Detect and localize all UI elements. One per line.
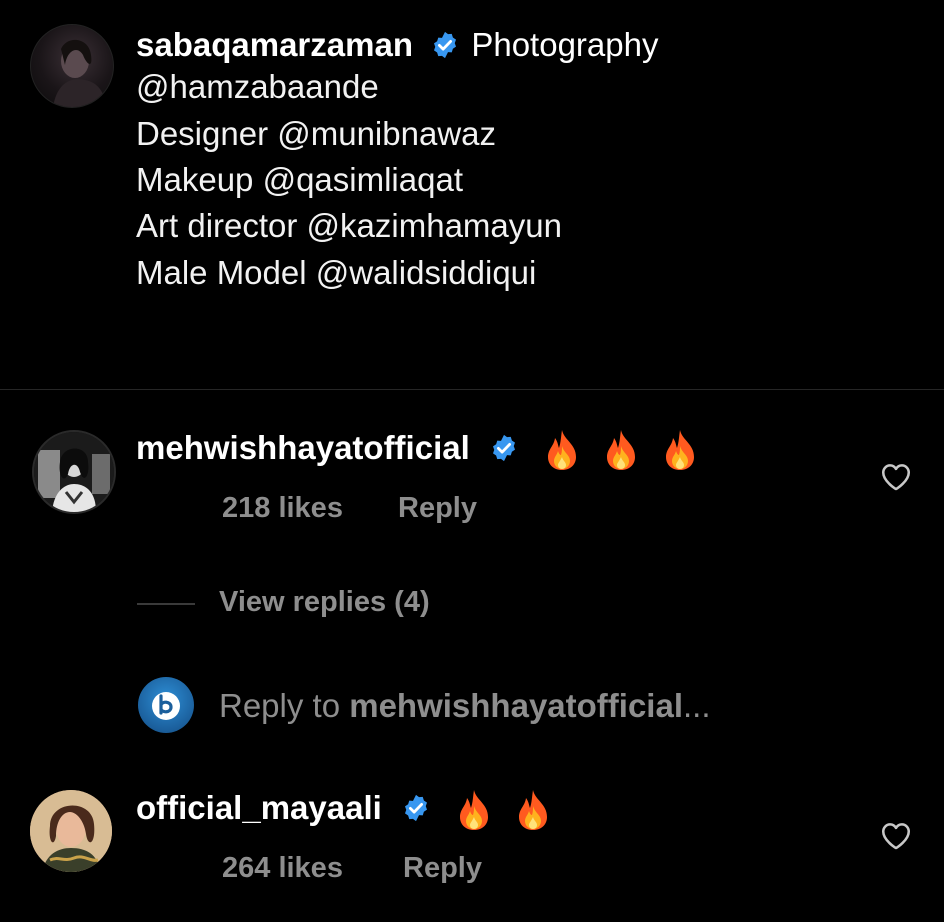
caption-line-designer: Designer @munibnawaz	[136, 115, 497, 152]
comment-header: official_mayaali	[136, 788, 553, 832]
comment-avatar-image	[30, 790, 112, 872]
view-replies-button[interactable]: View replies (4)	[219, 586, 430, 619]
caption-first-line: sabaqamarzaman Photography	[136, 25, 658, 65]
comment-like-count[interactable]: 264 likes	[222, 852, 343, 885]
reply-target-username: mehwishhayatofficial	[349, 687, 683, 724]
comment-username[interactable]: mehwishhayatofficial	[136, 429, 470, 466]
comment-avatar-official_mayaali[interactable]	[30, 790, 112, 872]
verified-badge-icon	[492, 435, 515, 462]
comment-reply-button[interactable]: Reply	[403, 852, 482, 885]
comment-avatar-image	[34, 432, 114, 512]
fire-emoji-icon	[519, 790, 548, 831]
fire-emoji-icon	[548, 430, 577, 471]
caption-line-art-director: Art director @kazimhamayun	[136, 207, 562, 244]
caption-line-male-model: Male Model @walidsiddiqui	[136, 254, 537, 291]
caption-author-username[interactable]: sabaqamarzaman	[136, 26, 413, 63]
caption-line-makeup: Makeup @qasimliaqat	[136, 161, 463, 198]
divider	[0, 389, 944, 390]
view-replies-line	[137, 603, 195, 605]
fire-emoji-icon	[460, 790, 489, 831]
comment-header: mehwishhayatofficial	[136, 428, 700, 472]
reply-prefix: Reply to	[219, 687, 350, 724]
caption-author-avatar-image	[53, 39, 107, 107]
current-user-avatar-logo	[152, 692, 180, 720]
reply-composer-placeholder[interactable]: Reply to mehwishhayatofficial...	[219, 686, 711, 726]
caption-author-avatar[interactable]	[30, 24, 114, 108]
comment-avatar-mehwishhayatofficial[interactable]	[32, 430, 116, 514]
current-user-avatar	[138, 677, 194, 733]
heart-outline-icon[interactable]	[879, 460, 913, 494]
heart-outline-icon[interactable]	[879, 819, 913, 853]
caption-first-line-text: Photography	[471, 26, 659, 63]
caption-line-mention[interactable]: @hamzabaande	[136, 67, 379, 107]
verified-badge-icon	[404, 795, 427, 822]
comment-like-count[interactable]: 218 likes	[222, 492, 343, 525]
fire-emoji-icon	[607, 430, 636, 471]
fire-emoji-icon	[666, 430, 695, 471]
comment-username[interactable]: official_mayaali	[136, 789, 382, 826]
reply-suffix: ...	[683, 687, 711, 724]
verified-badge-icon	[434, 32, 457, 59]
comment-reply-button[interactable]: Reply	[398, 492, 477, 525]
